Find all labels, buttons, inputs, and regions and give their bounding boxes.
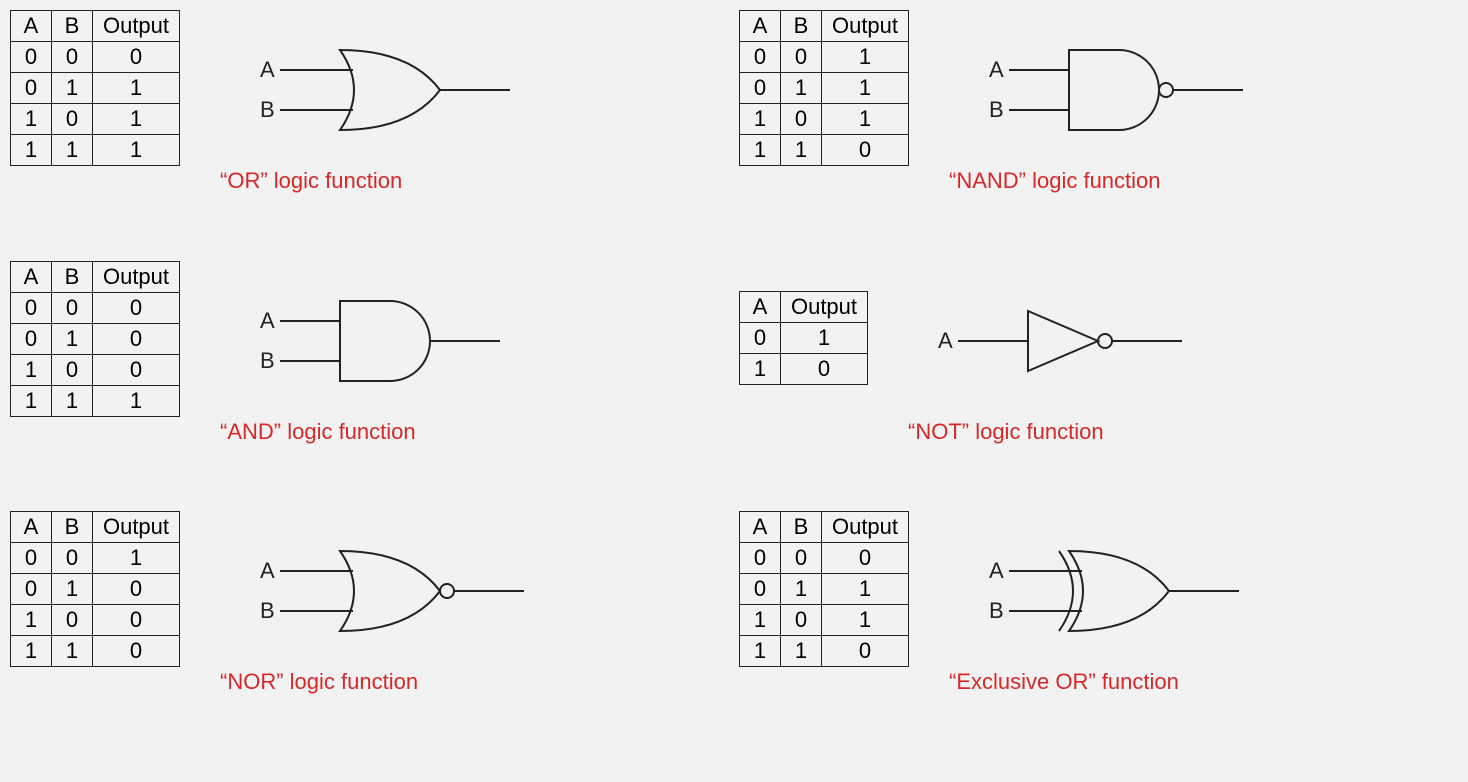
table-row: 110 bbox=[11, 636, 180, 667]
table-row: 111 bbox=[11, 385, 180, 416]
gate-cell-nor: ABOutput001010100110 A B “NOR” logic fun… bbox=[10, 511, 739, 762]
table-row: 10 bbox=[740, 353, 868, 384]
table-row: 011 bbox=[740, 73, 909, 104]
svg-text:B: B bbox=[260, 97, 275, 122]
svg-text:B: B bbox=[989, 97, 1004, 122]
or-gate-icon: A B bbox=[240, 30, 540, 150]
svg-text:A: A bbox=[260, 558, 275, 583]
caption-xor: “Exclusive OR” function bbox=[949, 669, 1179, 695]
svg-text:A: A bbox=[260, 57, 275, 82]
svg-text:B: B bbox=[260, 598, 275, 623]
table-row: 110 bbox=[740, 636, 909, 667]
svg-text:A: A bbox=[989, 558, 1004, 583]
caption-or: “OR” logic function bbox=[220, 168, 402, 194]
th-b: B bbox=[52, 261, 93, 292]
table-row: 001 bbox=[11, 543, 180, 574]
th-a: A bbox=[740, 11, 781, 42]
th-a: A bbox=[11, 11, 52, 42]
svg-text:A: A bbox=[989, 57, 1004, 82]
gate-cell-nand: ABOutput001011101110 A B “NAND” logic fu… bbox=[739, 10, 1468, 261]
gate-block-or: A B “OR” logic function bbox=[240, 30, 540, 194]
truth-table-xor: ABOutput000011101110 bbox=[739, 511, 909, 667]
caption-nor: “NOR” logic function bbox=[220, 669, 418, 695]
gate-cell-or: ABOutput000011101111 A B “OR” logic func… bbox=[10, 10, 739, 261]
xor-gate-icon: A B bbox=[969, 531, 1269, 651]
truth-table-nor: ABOutput001010100110 bbox=[10, 511, 180, 667]
svg-text:B: B bbox=[260, 348, 275, 373]
gate-block-not: A “NOT” logic function bbox=[928, 281, 1228, 445]
not-gate-icon: A bbox=[928, 281, 1228, 401]
truth-table-or: ABOutput000011101111 bbox=[10, 10, 180, 166]
table-row: 111 bbox=[11, 135, 180, 166]
table-row: 000 bbox=[11, 292, 180, 323]
caption-and: “AND” logic function bbox=[220, 419, 416, 445]
svg-text:A: A bbox=[938, 328, 953, 353]
th-output: Output bbox=[822, 11, 909, 42]
truth-table-not: AOutput0110 bbox=[739, 291, 868, 385]
gate-cell-xor: ABOutput000011101110 A B “Exclusive OR” … bbox=[739, 511, 1468, 762]
th-output: Output bbox=[93, 512, 180, 543]
th-a: A bbox=[11, 512, 52, 543]
gate-block-nand: A B “NAND” logic function bbox=[969, 30, 1269, 194]
table-row: 000 bbox=[11, 42, 180, 73]
th-a: A bbox=[740, 512, 781, 543]
gate-cell-and: ABOutput000010100111 A B “AND” logic fun… bbox=[10, 261, 739, 512]
caption-nand: “NAND” logic function bbox=[949, 168, 1161, 194]
table-row: 110 bbox=[740, 135, 909, 166]
table-row: 01 bbox=[740, 322, 868, 353]
table-row: 101 bbox=[740, 104, 909, 135]
caption-not: “NOT” logic function bbox=[908, 419, 1104, 445]
gate-block-and: A B “AND” logic function bbox=[240, 281, 540, 445]
nor-gate-icon: A B bbox=[240, 531, 540, 651]
table-row: 100 bbox=[11, 354, 180, 385]
th-b: B bbox=[781, 11, 822, 42]
th-b: B bbox=[52, 512, 93, 543]
table-row: 001 bbox=[740, 42, 909, 73]
gate-block-xor: A B “Exclusive OR” function bbox=[969, 531, 1269, 695]
th-output: Output bbox=[93, 261, 180, 292]
th-a: A bbox=[11, 261, 52, 292]
table-row: 000 bbox=[740, 543, 909, 574]
nand-gate-icon: A B bbox=[969, 30, 1269, 150]
gate-block-nor: A B “NOR” logic function bbox=[240, 531, 540, 695]
th-output: Output bbox=[822, 512, 909, 543]
table-row: 010 bbox=[11, 323, 180, 354]
th-output: Output bbox=[781, 291, 868, 322]
truth-table-and: ABOutput000010100111 bbox=[10, 261, 180, 417]
table-row: 011 bbox=[740, 574, 909, 605]
table-row: 101 bbox=[740, 605, 909, 636]
th-b: B bbox=[781, 512, 822, 543]
svg-text:A: A bbox=[260, 308, 275, 333]
table-row: 010 bbox=[11, 574, 180, 605]
svg-text:B: B bbox=[989, 598, 1004, 623]
gate-cell-not: AOutput0110 A “NOT” logic function bbox=[739, 261, 1468, 512]
table-row: 011 bbox=[11, 73, 180, 104]
th-output: Output bbox=[93, 11, 180, 42]
table-row: 101 bbox=[11, 104, 180, 135]
and-gate-icon: A B bbox=[240, 281, 540, 401]
th-b: B bbox=[52, 11, 93, 42]
th-a: A bbox=[740, 291, 781, 322]
table-row: 100 bbox=[11, 605, 180, 636]
truth-table-nand: ABOutput001011101110 bbox=[739, 10, 909, 166]
